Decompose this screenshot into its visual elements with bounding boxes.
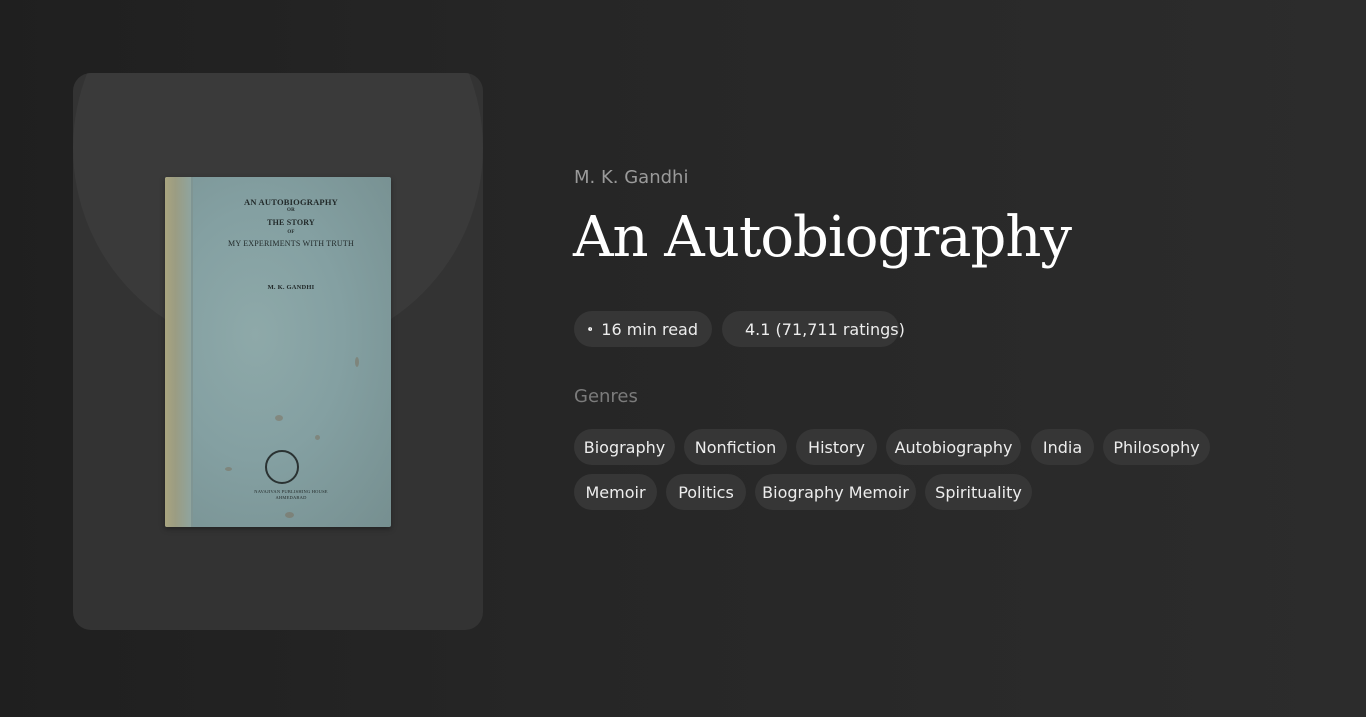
genre-tag-spirituality[interactable]: Spirituality bbox=[925, 474, 1032, 510]
genre-tag-philosophy[interactable]: Philosophy bbox=[1103, 429, 1210, 465]
book-title: An Autobiography bbox=[573, 205, 1072, 270]
cover-author: M. K. GANDHI bbox=[267, 284, 315, 291]
cover-title-of: OF bbox=[287, 230, 295, 235]
clock-icon bbox=[588, 327, 593, 331]
genre-tag-nonfiction[interactable]: Nonfiction bbox=[684, 429, 787, 465]
cover-publisher: NAVAJIVAN PUBLISHING HOUSE bbox=[254, 489, 328, 494]
cover-publisher-city: AHMEDABAD bbox=[275, 495, 307, 500]
book-cover-card: AN AUTOBIOGRAPHY OR THE STORY OF MY EXPE… bbox=[73, 73, 483, 630]
cover-title-line3: MY EXPERIMENTS WITH TRUTH bbox=[228, 239, 354, 248]
book-cover-image: AN AUTOBIOGRAPHY OR THE STORY OF MY EXPE… bbox=[165, 177, 391, 527]
cover-title-line1: AN AUTOBIOGRAPHY bbox=[244, 197, 338, 207]
book-spine bbox=[165, 177, 191, 527]
genre-tag-memoir[interactable]: Memoir bbox=[574, 474, 657, 510]
genre-tag-politics[interactable]: Politics bbox=[666, 474, 746, 510]
genres-heading: Genres bbox=[574, 386, 638, 407]
rating-badge: 4.1 (71,711 ratings) bbox=[722, 311, 905, 347]
publisher-emblem-icon bbox=[265, 450, 299, 484]
read-time-badge: 16 min read bbox=[574, 311, 712, 347]
genre-tag-history[interactable]: History bbox=[796, 429, 877, 465]
cover-title-or: OR bbox=[287, 208, 295, 213]
book-author[interactable]: M. K. Gandhi bbox=[574, 167, 688, 188]
read-time-label: 16 min read bbox=[601, 319, 698, 339]
genre-tag-india[interactable]: India bbox=[1031, 429, 1094, 465]
cover-title-line2: THE STORY bbox=[267, 218, 315, 227]
genre-tag-biography-memoir[interactable]: Biography Memoir bbox=[755, 474, 916, 510]
genre-tag-biography[interactable]: Biography bbox=[574, 429, 675, 465]
rating-label: 4.1 (71,711 ratings) bbox=[745, 319, 905, 339]
genre-tag-autobiography[interactable]: Autobiography bbox=[886, 429, 1021, 465]
